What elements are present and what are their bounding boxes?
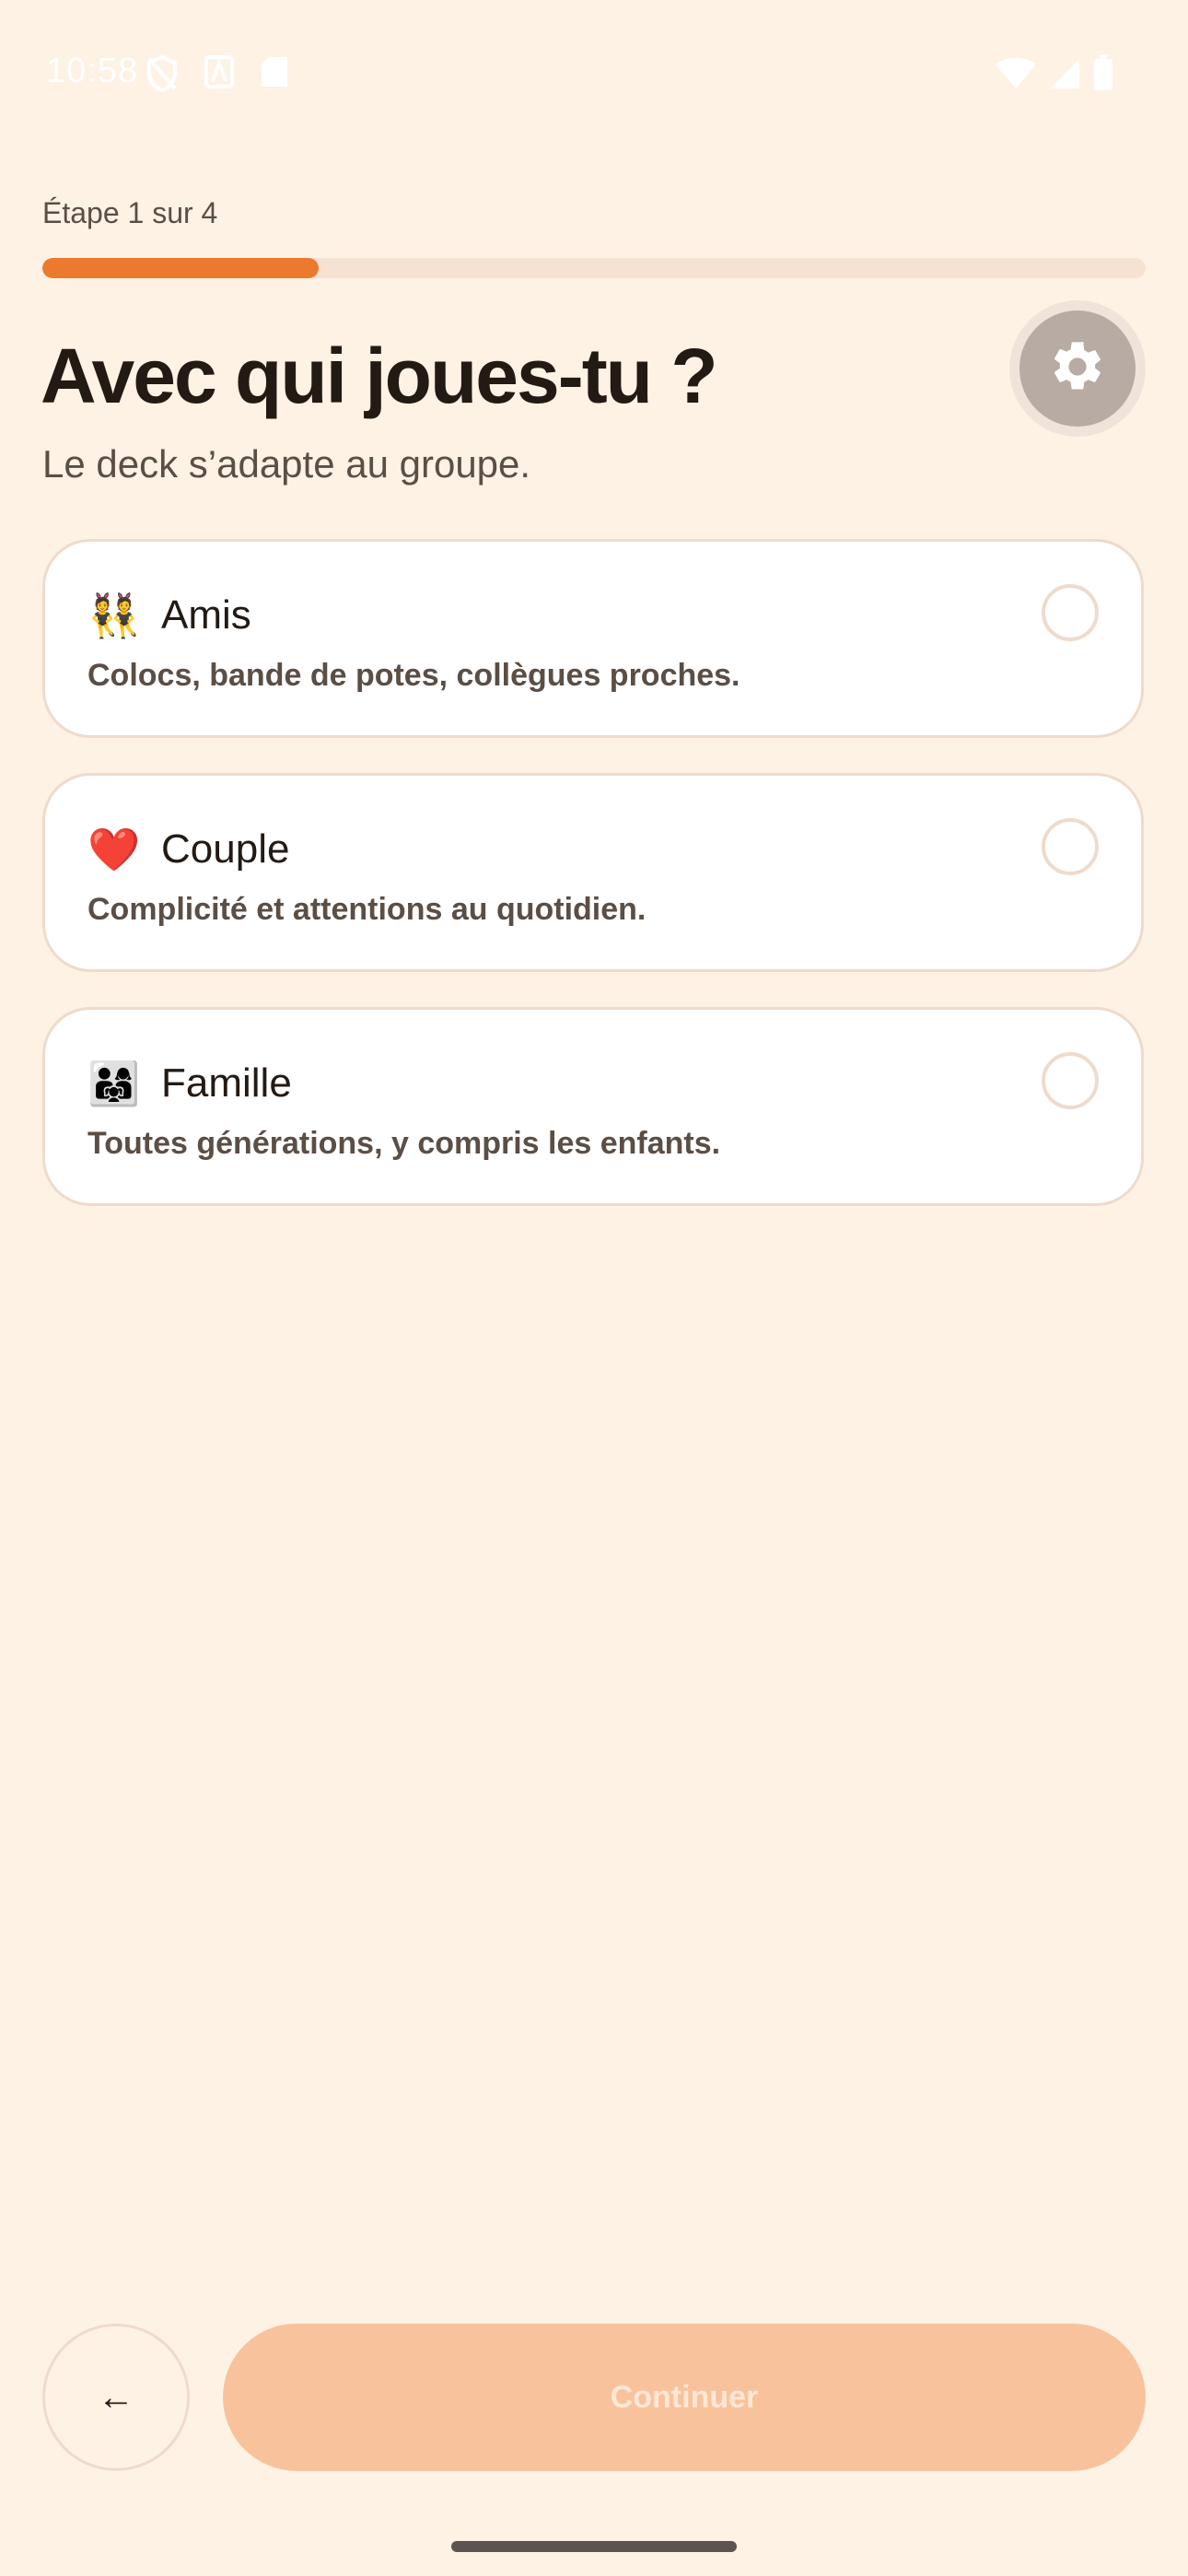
home-indicator[interactable] <box>451 2541 737 2552</box>
option-description: Colocs, bande de potes, collègues proche… <box>87 658 740 693</box>
option-label: Famille <box>161 1060 292 1106</box>
sd-card-icon <box>260 55 289 93</box>
wifi-icon <box>995 57 1037 95</box>
status-time: 10:58 <box>46 52 139 90</box>
heart-emoji-icon: ❤️ <box>87 825 141 873</box>
status-bar: 10:58 <box>0 0 1188 147</box>
settings-button[interactable] <box>1009 300 1146 437</box>
back-button[interactable]: ← <box>42 2324 190 2471</box>
gear-icon <box>1048 337 1107 401</box>
step-indicator: Étape 1 sur 4 <box>42 196 218 229</box>
radio-button[interactable] <box>1042 818 1099 875</box>
family-emoji-icon: 👨‍👩‍👧 <box>87 1060 141 1107</box>
option-description: Complicité et attentions au quotidien. <box>87 892 646 927</box>
progress-bar <box>42 258 1146 278</box>
dancers-emoji-icon: 👯 <box>87 591 141 639</box>
battery-icon <box>1092 55 1114 97</box>
option-label: Amis <box>161 592 251 638</box>
progress-fill <box>42 258 319 278</box>
radio-button[interactable] <box>1042 584 1099 641</box>
settings-button-inner <box>1019 310 1136 427</box>
back-arrow-icon: ← <box>98 2376 134 2418</box>
page-title: Avec qui joues-tu ? <box>41 333 718 419</box>
option-couple[interactable]: ❤️ Couple Complicité et attentions au qu… <box>42 773 1144 972</box>
page-subtitle: Le deck s’adapte au groupe. <box>42 442 531 486</box>
radio-button[interactable] <box>1042 1052 1099 1109</box>
vpn-off-icon <box>146 54 179 97</box>
continue-button[interactable]: Continuer <box>223 2324 1146 2471</box>
option-description: Toutes générations, y compris les enfant… <box>87 1126 721 1161</box>
option-famille[interactable]: 👨‍👩‍👧 Famille Toutes générations, y comp… <box>42 1007 1144 1206</box>
notification-a-icon <box>204 55 234 93</box>
option-label: Couple <box>161 826 290 872</box>
option-amis[interactable]: 👯 Amis Colocs, bande de potes, collègues… <box>42 539 1144 738</box>
signal-icon <box>1048 57 1081 95</box>
continue-button-label: Continuer <box>610 2379 759 2415</box>
